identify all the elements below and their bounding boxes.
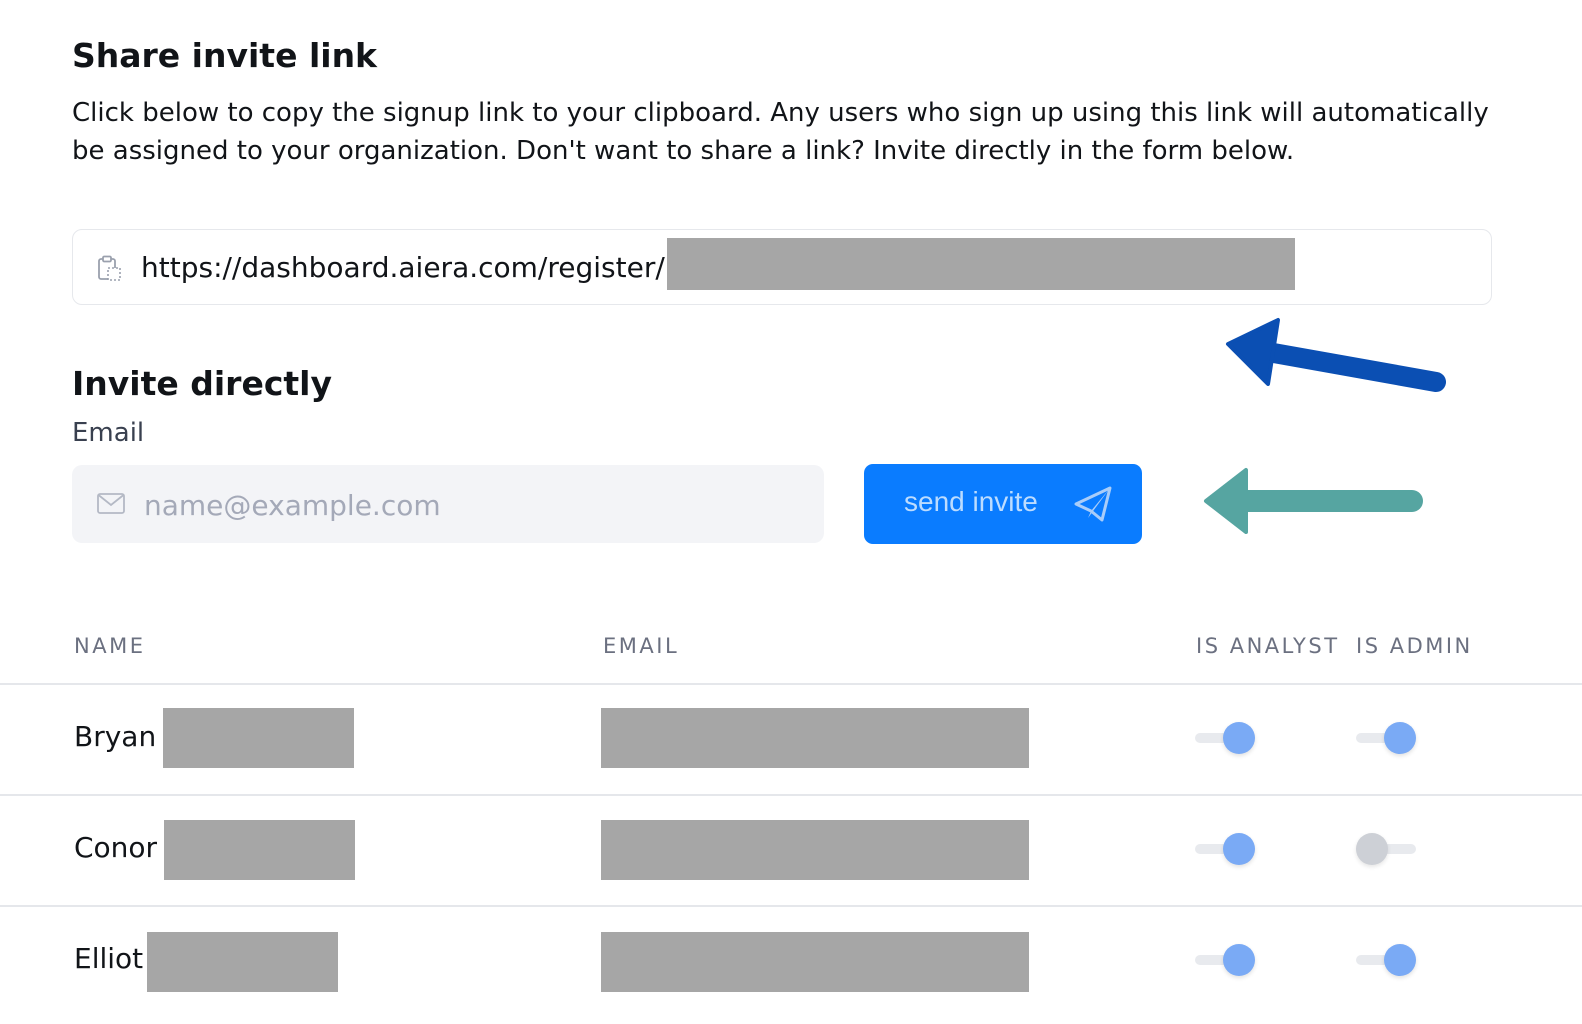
paper-plane-icon xyxy=(1074,486,1112,522)
user-name: Conor xyxy=(74,831,158,864)
is-analyst-toggle[interactable] xyxy=(1195,941,1257,979)
user-name: Bryan xyxy=(74,720,157,753)
redacted-email xyxy=(601,932,1029,992)
send-invite-label: send invite xyxy=(904,486,1038,517)
column-header-is-admin: IS ADMIN xyxy=(1356,634,1473,658)
invite-link-copy-box[interactable]: https://dashboard.aiera.com/register/ xyxy=(72,229,1492,305)
redacted-email xyxy=(601,820,1029,880)
redacted-last-name xyxy=(164,820,355,880)
email-label: Email xyxy=(72,418,145,448)
invite-directly-title: Invite directly xyxy=(72,364,332,403)
email-field[interactable] xyxy=(72,465,824,543)
invite-link-url: https://dashboard.aiera.com/register/ xyxy=(141,251,665,284)
table-divider xyxy=(0,905,1582,907)
column-header-is-analyst: IS ANALYST xyxy=(1196,634,1340,658)
redacted-link-token xyxy=(667,238,1295,290)
table-divider xyxy=(0,794,1582,796)
mail-icon xyxy=(97,493,125,514)
redacted-last-name xyxy=(163,708,354,768)
share-invite-description: Click below to copy the signup link to y… xyxy=(72,98,1489,166)
user-name: Elliot xyxy=(74,942,144,975)
is-admin-toggle[interactable] xyxy=(1356,941,1418,979)
share-invite-title: Share invite link xyxy=(72,36,378,75)
is-admin-toggle[interactable] xyxy=(1356,830,1418,868)
redacted-last-name xyxy=(147,932,338,992)
is-analyst-toggle[interactable] xyxy=(1195,830,1257,868)
table-divider xyxy=(0,683,1582,685)
email-input[interactable] xyxy=(142,477,806,533)
clipboard-icon[interactable] xyxy=(95,254,123,282)
is-analyst-toggle[interactable] xyxy=(1195,719,1257,757)
is-admin-toggle[interactable] xyxy=(1356,719,1418,757)
column-header-name: NAME xyxy=(74,634,146,658)
send-invite-button[interactable]: send invite xyxy=(864,464,1142,544)
redacted-email xyxy=(601,708,1029,768)
column-header-email: EMAIL xyxy=(603,634,680,658)
